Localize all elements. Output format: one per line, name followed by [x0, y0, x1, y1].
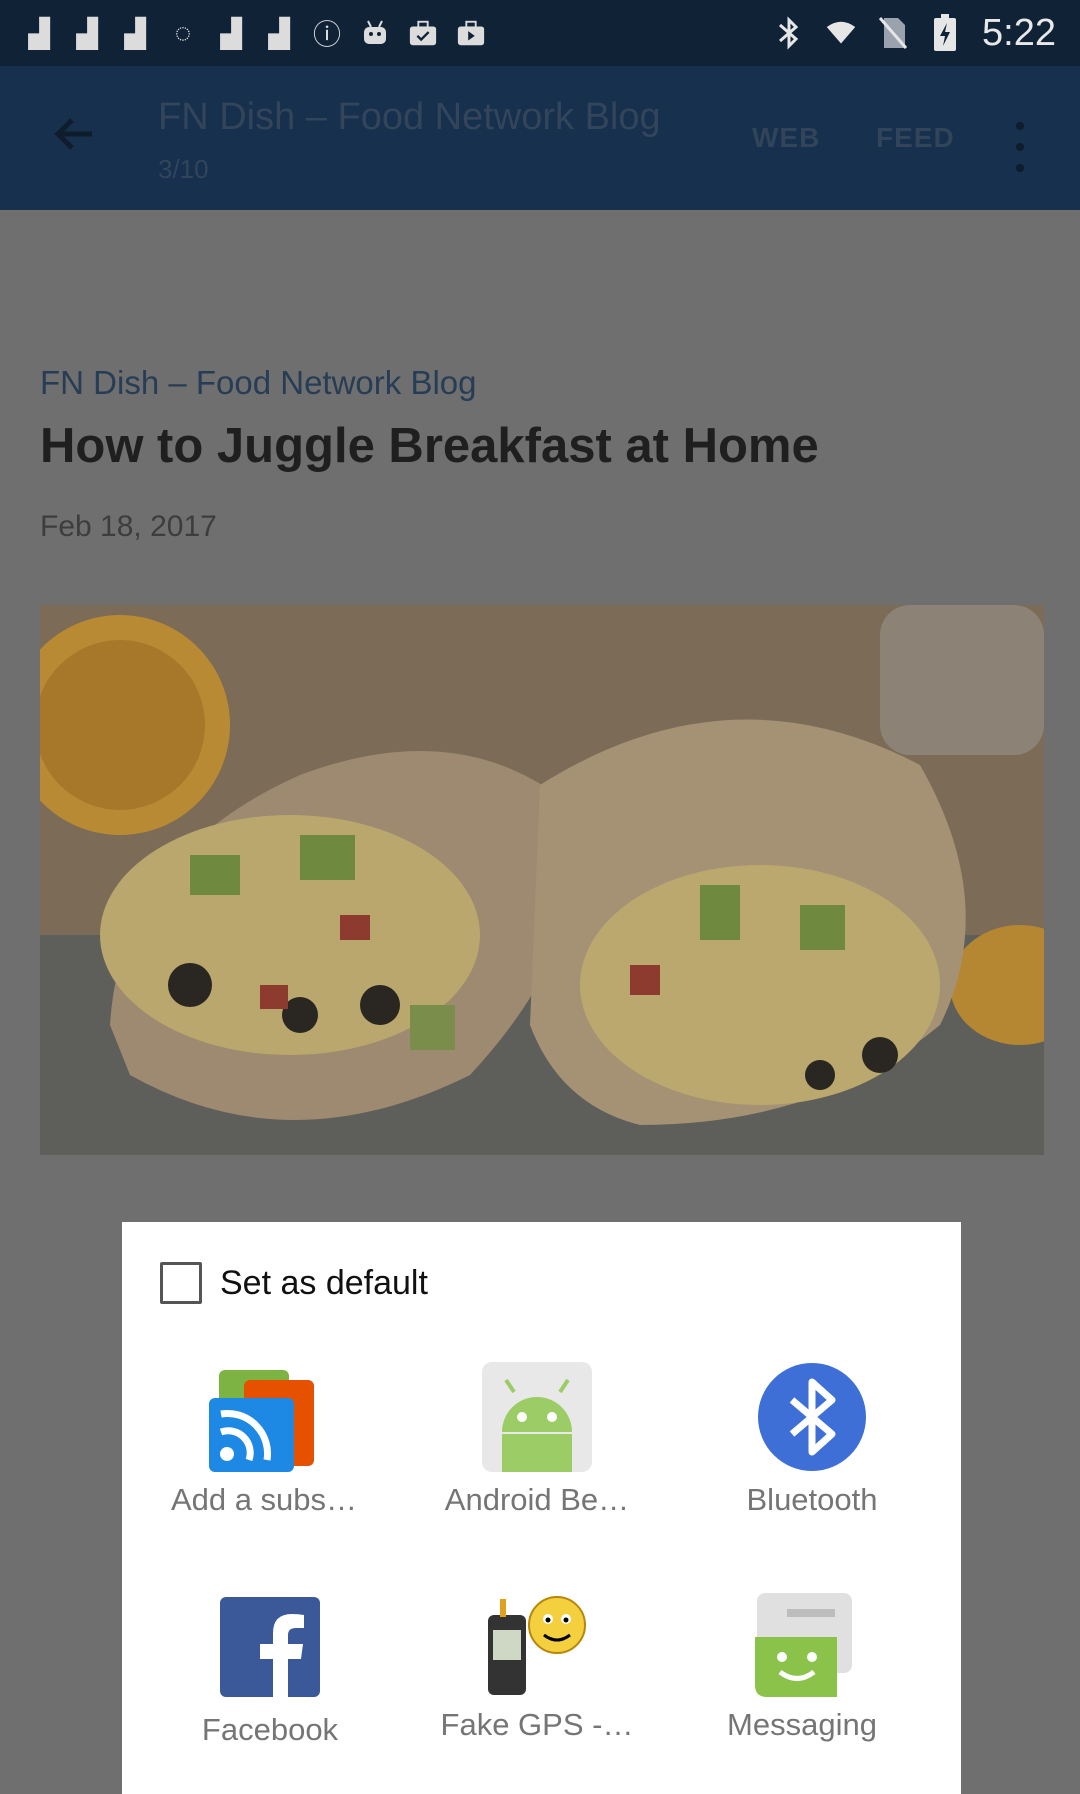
more-vert-icon: [1016, 122, 1024, 130]
clock: 5:22: [982, 11, 1056, 54]
share-target-add-subscription[interactable]: Add a subs…: [154, 1362, 374, 1518]
back-button[interactable]: [50, 110, 98, 158]
notification-icon: ▟: [268, 17, 290, 49]
share-target-label: Android Be…: [444, 1482, 630, 1517]
share-target-bluetooth[interactable]: Bluetooth: [702, 1362, 922, 1518]
bluetooth-icon: [774, 16, 804, 50]
share-target-facebook[interactable]: Facebook: [160, 1592, 380, 1748]
share-target-label: Facebook: [201, 1712, 339, 1747]
info-icon: ⓘ: [312, 19, 341, 50]
share-target-label: Messaging: [727, 1707, 877, 1742]
feed-title: FN Dish – Food Network Blog: [158, 96, 661, 138]
notification-icon: ▟: [124, 17, 146, 49]
article-headline: How to Juggle Breakfast at Home: [40, 419, 819, 473]
share-target-messaging[interactable]: Messaging: [692, 1587, 912, 1743]
app-bar: FN Dish – Food Network Blog 3/10 WEB FEE…: [0, 66, 1080, 210]
android-icon: [360, 18, 390, 48]
rss-subscription-icon: [209, 1362, 319, 1472]
facebook-icon: [215, 1592, 325, 1702]
notification-icon: ▟: [28, 17, 50, 49]
messaging-icon: [747, 1587, 857, 1697]
wifi-icon: [826, 18, 856, 48]
share-target-label: Bluetooth: [746, 1482, 878, 1517]
no-sim-icon: [878, 17, 908, 49]
briefcase-icon: [456, 18, 486, 48]
notification-icon: ▟: [76, 17, 98, 49]
share-target-label: Add a subs…: [170, 1482, 358, 1517]
gps-device-icon: [482, 1587, 592, 1697]
share-dialog: Set as default Add a subs… Android Be… B…: [122, 1222, 961, 1794]
article-image: [40, 605, 1044, 1155]
set-as-default-checkbox[interactable]: [160, 1262, 202, 1304]
article-date: Feb 18, 2017: [40, 510, 217, 543]
briefcase-icon: [408, 18, 438, 48]
set-as-default-label[interactable]: Set as default: [220, 1264, 428, 1303]
status-bar: ▟ ▟ ▟ ◌ ▟ ▟ ⓘ 5:22: [0, 0, 1080, 66]
sync-icon: ◌: [174, 17, 192, 48]
share-target-fake-gps[interactable]: Fake GPS -…: [427, 1587, 647, 1743]
bluetooth-icon: [757, 1362, 867, 1472]
set-as-default-row[interactable]: Set as default: [160, 1262, 428, 1304]
notification-icon: ▟: [220, 17, 242, 49]
feed-button[interactable]: FEED: [876, 122, 955, 154]
item-counter: 3/10: [158, 154, 209, 184]
share-target-label: Fake GPS -…: [440, 1707, 634, 1742]
arrow-back-icon: [54, 118, 92, 150]
status-bar-notifications: ▟ ▟ ▟ ◌ ▟ ▟ ⓘ: [24, 17, 486, 50]
share-target-android-beam[interactable]: Android Be…: [427, 1362, 647, 1518]
blog-name[interactable]: FN Dish – Food Network Blog: [40, 364, 477, 402]
overflow-menu-button[interactable]: [1010, 122, 1030, 172]
status-bar-system: 5:22: [774, 12, 1056, 55]
battery-charging-icon: [930, 14, 960, 51]
web-button[interactable]: WEB: [752, 122, 820, 154]
android-beam-icon: [482, 1362, 592, 1472]
